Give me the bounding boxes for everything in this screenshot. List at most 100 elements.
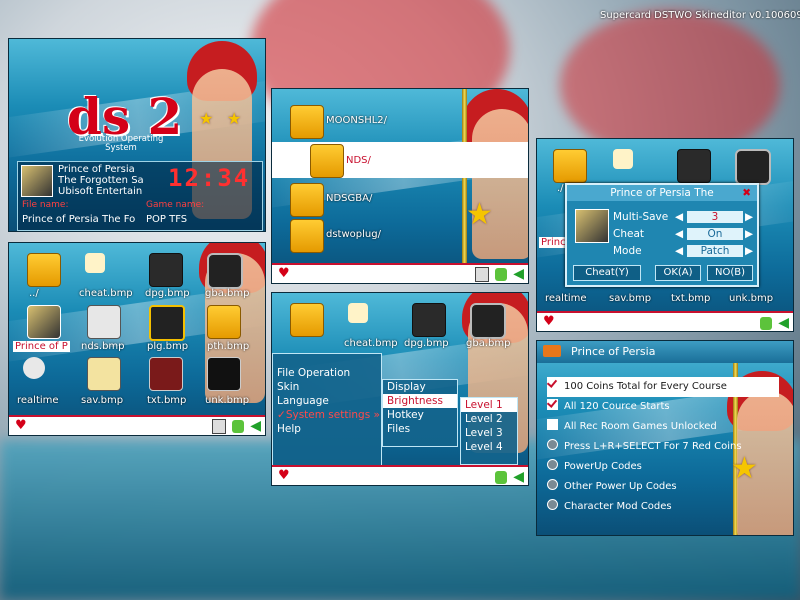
- dialog-title: Prince of Persia The: [610, 187, 714, 199]
- gba-icon[interactable]: [470, 303, 506, 339]
- cheat-value[interactable]: On: [687, 228, 743, 240]
- game-name-value: POP TFS: [146, 214, 188, 225]
- bulb-icon[interactable]: [760, 317, 773, 330]
- txt-icon[interactable]: [149, 357, 183, 391]
- folder-up-icon[interactable]: [290, 303, 324, 337]
- ok-button[interactable]: OK(A): [655, 265, 701, 281]
- cheat-list: 100 Coins Total for Every Course All 120…: [547, 377, 787, 517]
- increment-icon[interactable]: ▶: [745, 226, 753, 243]
- cheat-item-selected[interactable]: 100 Coins Total for Every Course: [547, 377, 779, 397]
- list-item[interactable]: MOONSHL2/: [272, 105, 528, 139]
- dpg-video-icon[interactable]: [677, 149, 711, 183]
- menu-item-selected[interactable]: ✓System settings »: [273, 408, 381, 422]
- star-icon: ★: [227, 109, 242, 128]
- icon-label: cheat.bmp: [344, 338, 398, 349]
- back-arrow-icon[interactable]: ◀: [250, 419, 261, 433]
- menu-item[interactable]: Skin: [273, 380, 381, 394]
- panel-icon-grid: ../ cheat.bmp dpg.bmp gba.bmp Prince of …: [8, 242, 266, 436]
- icon-label: nds.bmp: [81, 341, 125, 352]
- back-arrow-icon[interactable]: ◀: [778, 316, 789, 330]
- icon-label: dpg.bmp: [145, 288, 190, 299]
- heart-icon: ♥: [543, 314, 555, 329]
- gba-icon[interactable]: [207, 253, 243, 289]
- icon-label: plg.bmp: [147, 341, 189, 352]
- decrement-icon[interactable]: ◀: [675, 243, 683, 260]
- level-item-selected[interactable]: Level 1: [461, 398, 517, 412]
- menu-item[interactable]: Language: [273, 394, 381, 408]
- game-icon: [21, 165, 53, 197]
- panel-game-dialog: ./ Prince of P Prince of Persia The ✖ Mu…: [536, 138, 794, 332]
- gba-icon[interactable]: [735, 149, 771, 185]
- icon-label: dpg.bmp: [404, 338, 449, 349]
- cheat-item[interactable]: PowerUp Codes: [547, 457, 787, 477]
- cheat-hand-icon[interactable]: [613, 149, 633, 169]
- disk-icon[interactable]: [475, 267, 490, 282]
- multi-save-value[interactable]: 3: [687, 211, 743, 223]
- cheat-button[interactable]: Cheat(Y): [573, 265, 641, 281]
- submenu-item[interactable]: Hotkey: [383, 408, 457, 422]
- icon-label: txt.bmp: [147, 395, 187, 406]
- icon-label-selected: Prince of P: [13, 341, 70, 352]
- star-icon: ★: [199, 109, 214, 128]
- no-button[interactable]: NO(B): [707, 265, 753, 281]
- submenu-item[interactable]: Display: [383, 380, 457, 394]
- status-bar: ♥ ◀: [272, 465, 528, 485]
- unk-icon[interactable]: [207, 357, 241, 391]
- nds-icon[interactable]: [87, 305, 121, 339]
- list-item-selected[interactable]: NDS/: [272, 142, 528, 178]
- clock: 12:34: [168, 164, 251, 192]
- sav-icon[interactable]: [87, 357, 121, 391]
- close-icon[interactable]: ✖: [742, 185, 751, 201]
- cheat-header: Prince of Persia: [537, 341, 793, 363]
- back-icon[interactable]: [543, 345, 561, 357]
- panel-cheat-list: ★ Prince of Persia 100 Coins Total for E…: [536, 340, 794, 536]
- icon-label: realtime: [17, 395, 59, 406]
- cheat-item[interactable]: All 120 Cource Starts: [547, 397, 787, 417]
- icon-label: cheat.bmp: [79, 288, 133, 299]
- list-item[interactable]: NDSGBA/: [272, 183, 528, 217]
- subtitle: Evolution Operating System: [78, 134, 164, 153]
- level-menu: Level 1 Level 2 Level 3 Level 4: [460, 397, 518, 465]
- disk-icon[interactable]: [212, 419, 227, 434]
- bulb-icon[interactable]: [495, 268, 508, 281]
- icon-label: gba.bmp: [466, 338, 511, 349]
- dpg-video-icon[interactable]: [412, 303, 446, 337]
- menu-item[interactable]: Help: [273, 422, 381, 436]
- realtime-icon[interactable]: [23, 357, 45, 379]
- game-title-line2: The Forgotten Sa: [58, 175, 144, 186]
- back-arrow-icon[interactable]: ◀: [513, 267, 524, 281]
- folder-up-icon[interactable]: [553, 149, 587, 183]
- game-icon[interactable]: [27, 305, 61, 339]
- pth-folder-icon[interactable]: [207, 305, 241, 339]
- submenu-item[interactable]: Files: [383, 422, 457, 436]
- back-arrow-icon[interactable]: ◀: [513, 470, 524, 484]
- folder-up-icon[interactable]: [27, 253, 61, 287]
- list-item[interactable]: dstwoplug/: [272, 219, 528, 253]
- file-name-value: Prince of Persia The Fo: [22, 214, 136, 225]
- cheat-item[interactable]: All Rec Room Games Unlocked: [547, 417, 787, 437]
- cheat-item[interactable]: Character Mod Codes: [547, 497, 787, 517]
- heart-icon: ♥: [278, 468, 290, 483]
- mode-value[interactable]: Patch: [687, 245, 743, 257]
- cheat-hand-icon[interactable]: [85, 253, 105, 273]
- increment-icon[interactable]: ▶: [745, 243, 753, 260]
- increment-icon[interactable]: ▶: [745, 209, 753, 226]
- field-row: Mode ◀ Patch ▶: [613, 243, 753, 260]
- cheat-hand-icon[interactable]: [348, 303, 368, 323]
- icon-label: ../: [29, 288, 39, 299]
- decrement-icon[interactable]: ◀: [675, 226, 683, 243]
- menu-item[interactable]: File Operation: [273, 366, 381, 380]
- cheat-item[interactable]: Press L+R+SELECT For 7 Red Coins: [547, 437, 787, 457]
- submenu-item-selected[interactable]: Brightness: [383, 394, 457, 408]
- dpg-video-icon[interactable]: [149, 253, 183, 287]
- game-options-dialog: Prince of Persia The ✖ Multi-Save ◀ 3 ▶ …: [565, 183, 759, 287]
- bulb-icon[interactable]: [232, 420, 245, 433]
- icon-label: sav.bmp: [609, 293, 652, 304]
- level-item[interactable]: Level 4: [461, 440, 517, 454]
- bulb-icon[interactable]: [495, 471, 508, 484]
- plg-icon[interactable]: [149, 305, 185, 341]
- level-item[interactable]: Level 2: [461, 412, 517, 426]
- cheat-item[interactable]: Other Power Up Codes: [547, 477, 787, 497]
- level-item[interactable]: Level 3: [461, 426, 517, 440]
- decrement-icon[interactable]: ◀: [675, 209, 683, 226]
